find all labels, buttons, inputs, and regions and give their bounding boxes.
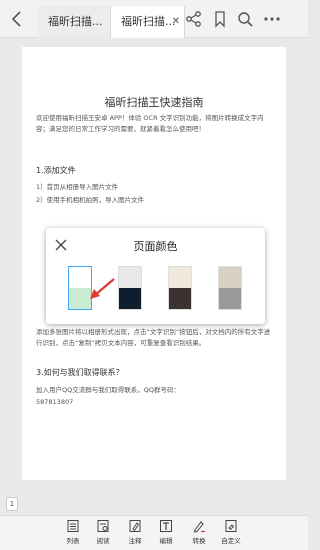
qq-group-number: 587813807 (36, 398, 74, 406)
page-color-dialog: 页面颜色 (46, 228, 265, 324)
search-icon[interactable] (235, 9, 255, 29)
toolbar-read-button[interactable]: 阅读 (88, 519, 118, 549)
section3-heading: 3.如何与我们取得联系？ (36, 368, 124, 377)
toolbar-convert-button[interactable]: 转换 (184, 519, 214, 549)
tab-document-2[interactable]: 福昕扫描... ✕ (110, 6, 185, 38)
toolbar-label: 转换 (192, 537, 206, 545)
list-icon (67, 520, 79, 532)
swatch-bottom (169, 288, 191, 309)
color-swatch-dark-blue[interactable] (118, 266, 142, 310)
swatch-bottom (119, 288, 141, 309)
tab-label: 福昕扫描... (121, 15, 176, 28)
edit-text-icon (160, 520, 172, 532)
document-title: 福昕扫描王快速指南 (104, 96, 204, 109)
toolbar-label: 注释 (128, 537, 142, 545)
toolbar-label: 列表 (66, 537, 80, 545)
toolbar-label: 编辑 (159, 537, 173, 545)
customize-icon (225, 520, 237, 532)
swatch-top (169, 267, 191, 288)
section2-paragraph: 添加多张图片将以相册形式出现，点击“文字识别”按钮后，对文档内的所有文字进行识别… (36, 328, 271, 347)
toolbar-list-button[interactable]: 列表 (58, 519, 88, 549)
share-icon[interactable] (184, 9, 204, 29)
read-icon (97, 520, 109, 532)
page-indicator[interactable]: 1 (6, 497, 18, 511)
annotate-icon (129, 520, 141, 532)
swatch-top (219, 267, 241, 288)
section1-item1: 1）首页从相册导入图片文件 (36, 183, 119, 191)
color-swatch-brown[interactable] (168, 266, 192, 310)
pointer-arrow-icon (90, 278, 115, 299)
tab-document-1[interactable]: 福昕扫描... (38, 6, 110, 38)
section1-heading: 1.添加文件 (36, 166, 76, 175)
bookmark-icon[interactable] (210, 9, 230, 29)
convert-icon (193, 521, 205, 533)
toolbar-edit-button[interactable]: 编辑 (151, 519, 181, 549)
bottom-toolbar: 列表 阅读 注释 编辑 转换 自定义 (0, 515, 308, 550)
intro-paragraph: 欢迎使用福昕扫描王安卓 APP！体验 OCR 文字识别功能，将图片转换成文字内容… (36, 114, 264, 133)
back-icon[interactable] (6, 8, 28, 30)
more-icon[interactable] (262, 9, 282, 29)
swatch-bottom (219, 288, 241, 309)
section1-item2: 2）使用手机相机拍照，导入图片文件 (36, 196, 145, 204)
toolbar-annotate-button[interactable]: 注释 (120, 519, 150, 549)
color-swatch-gray[interactable] (218, 266, 242, 310)
swatch-top (119, 267, 141, 288)
dialog-title: 页面颜色 (133, 240, 178, 253)
toolbar-label: 阅读 (96, 537, 110, 545)
tab-label: 福昕扫描... (48, 15, 103, 28)
top-bar: 福昕扫描... 福昕扫描... ✕ (0, 0, 308, 38)
section3-paragraph: 加入用户QQ交流群与我们取得联系，QQ群号码： (36, 386, 180, 394)
toolbar-customize-button[interactable]: 自定义 (216, 519, 246, 549)
close-tab-icon[interactable]: ✕ (172, 6, 180, 38)
toolbar-label: 自定义 (221, 537, 241, 545)
